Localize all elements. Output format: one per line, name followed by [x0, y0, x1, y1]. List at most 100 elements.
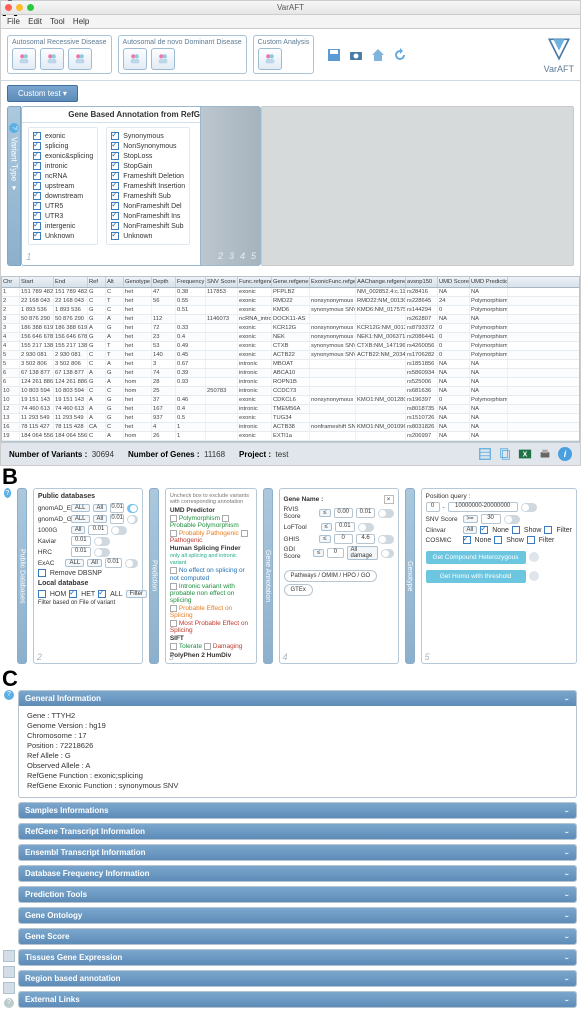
remove-dbsnp-checkbox[interactable]: Remove DBSNP [38, 569, 138, 577]
col-avsnp150[interactable]: avsnp150 [406, 277, 438, 287]
collapsed-filter-tabs[interactable]: 2345 [200, 107, 260, 265]
table-row[interactable]: 21 893 5361 893 536GChet0.51exonicKMD6sy… [2, 306, 579, 315]
single-analysis-button[interactable] [12, 48, 36, 70]
sift-tolerate[interactable]: Tolerate [179, 644, 202, 651]
section-header[interactable]: Region based annotation⌄ [19, 971, 576, 986]
side-icon-2[interactable] [3, 966, 15, 978]
trio-analysis-button[interactable] [151, 48, 175, 70]
db-toggle[interactable] [127, 515, 138, 524]
annot-utr5[interactable]: UTR5 [33, 202, 93, 210]
section-header[interactable]: RefGene Transcript Information⌄ [19, 824, 576, 839]
col-end[interactable]: End [54, 277, 88, 287]
copy-icon[interactable] [498, 447, 512, 461]
gdi-val[interactable]: 0 [327, 548, 343, 558]
section-header[interactable]: External Links⌄ [19, 992, 576, 1007]
annot-frameshift-insertion[interactable]: Frameshift Insertion [111, 182, 185, 190]
snv-value[interactable]: 30 [481, 514, 501, 524]
homo-threshold-button[interactable]: Get Homo with threshold [426, 570, 526, 583]
cv-show[interactable]: Show [512, 526, 542, 534]
db-af[interactable]: All [93, 504, 108, 512]
co-none[interactable]: None [463, 536, 492, 544]
col-exonicfunc-refgene[interactable]: ExonicFunc.refgene [310, 277, 356, 287]
filter-button[interactable]: Filter [126, 590, 147, 598]
umd-pathogenic[interactable]: Pathogenic [170, 537, 203, 544]
db-toggle[interactable] [125, 559, 138, 568]
gene-annotation-tab[interactable]: Gene Annotation [263, 488, 273, 664]
db-toggle[interactable] [94, 537, 110, 546]
hsf-no-effect[interactable]: No effect on splicing or not computed [170, 568, 245, 582]
sift-damaging[interactable]: Damaging [213, 644, 243, 651]
table-row[interactable]: 222 168 04322 168 043CThet560.55exonicRM… [2, 297, 579, 306]
side-icon-3[interactable] [3, 982, 15, 994]
table-row[interactable]: 1678 115 42778 115 428CAChet41intronicAC… [2, 423, 579, 432]
annot-synonymous[interactable]: Synonymous [111, 132, 185, 140]
annot-unknown[interactable]: Unknown [33, 232, 93, 240]
home-icon[interactable] [370, 47, 386, 63]
db-threshold[interactable]: 0.01 [88, 525, 108, 535]
loftool-val[interactable]: 0.01 [335, 522, 355, 532]
section-header[interactable]: Samples Informations⌄ [19, 803, 576, 818]
help-icon[interactable]: ? [9, 123, 19, 133]
section-header[interactable]: Gene Ontology⌄ [19, 908, 576, 923]
annot-splicing[interactable]: splicing [33, 142, 93, 150]
clinvar-select[interactable]: All [463, 526, 478, 534]
annot-nonframeshift-sub[interactable]: NonFrameshift Sub [111, 222, 185, 230]
menu-tool[interactable]: Tool [50, 17, 65, 26]
section-header[interactable]: Prediction Tools⌄ [19, 887, 576, 902]
col-alt[interactable]: Alt [106, 277, 124, 287]
all-checkbox[interactable]: ALL [98, 590, 122, 598]
refresh-icon[interactable] [392, 47, 408, 63]
gdi-toggle[interactable] [381, 549, 394, 558]
annot-frameshift-deletion[interactable]: Frameshift Deletion [111, 172, 185, 180]
hom-checkbox[interactable]: HOM [38, 590, 66, 598]
annot-nonframeshift-ins[interactable]: NonFrameshift Ins [111, 212, 185, 220]
ghis-min[interactable]: 0 [334, 534, 353, 544]
table-row[interactable]: 1151 789 482151 789 482GChet470.38117853… [2, 288, 579, 297]
umd-prob-polymorphism[interactable]: Probable Polymorphism [170, 522, 239, 529]
col-ref[interactable]: Ref [88, 277, 106, 287]
annot-stoploss[interactable]: StopLoss [111, 152, 185, 160]
print-icon[interactable] [538, 447, 552, 461]
db-toggle[interactable] [111, 526, 127, 535]
annot-frameshift-sub[interactable]: Frameshift Sub [111, 192, 185, 200]
col-snv-score[interactable]: SNV Score [206, 277, 238, 287]
general-information-header[interactable]: General Information⌄ [19, 691, 576, 706]
ghis-toggle[interactable] [378, 535, 393, 544]
hsf-intronic[interactable]: Intronic variant with probable non effec… [170, 583, 235, 604]
table-row[interactable]: 1019 151 14319 151 143AGhet370.46exonicC… [2, 396, 579, 405]
menu-edit[interactable]: Edit [28, 17, 42, 26]
annot-upstream[interactable]: upstream [33, 182, 93, 190]
db-af[interactable]: All [93, 515, 108, 523]
pos-toggle[interactable] [521, 503, 537, 512]
rvis-toggle[interactable] [378, 509, 393, 518]
section-header[interactable]: Database Frequency Information⌄ [19, 866, 576, 881]
hsf-probable[interactable]: Probable Effect on Splicing [170, 605, 232, 619]
info-icon[interactable]: i [558, 447, 572, 461]
public-db-tab[interactable]: Public Databases [17, 488, 27, 664]
table-row[interactable]: 4156 646 678156 646 678GAhet230.4exonicN… [2, 333, 579, 342]
table-row[interactable]: 350 876 29050 876 290GAhet1121146073ncRN… [2, 315, 579, 324]
annot-exonic[interactable]: exonic [33, 132, 93, 140]
co-filter[interactable]: Filter [527, 536, 555, 544]
cv-none[interactable]: None [480, 526, 509, 534]
db-threshold[interactable]: 0.01 [71, 547, 91, 557]
gtex-button[interactable]: GTEx [284, 584, 313, 596]
pedigree-analysis-button[interactable] [68, 48, 92, 70]
col-depth[interactable]: Depth [152, 277, 176, 287]
db-all[interactable]: ALL [71, 504, 90, 512]
annot-downstream[interactable]: downstream [33, 192, 93, 200]
db-threshold[interactable]: 0.01 [71, 536, 91, 546]
col-gene-refgene[interactable]: Gene.refgene [272, 277, 310, 287]
col-aachange-refgene[interactable]: AAChange.refgene [356, 277, 406, 287]
section-header[interactable]: Gene Score⌄ [19, 929, 576, 944]
prediction-tab[interactable]: Prediction [149, 488, 159, 664]
col-func-refgene[interactable]: Func.refgene [238, 277, 272, 287]
cv-filter[interactable]: Filter [544, 526, 572, 534]
table-row[interactable]: 19184 064 556184 064 556CAhom261exonicEX… [2, 432, 579, 441]
db-toggle[interactable] [94, 548, 110, 557]
col-chr[interactable]: Chr [2, 277, 20, 287]
table-row[interactable]: 1010 803 59410 803 594CChom25250783intro… [2, 387, 579, 396]
table-row[interactable]: 53 502 8063 502 806CAhet30.67intronicMBO… [2, 360, 579, 369]
save-icon[interactable] [326, 47, 342, 63]
trio-analysis-button[interactable] [40, 48, 64, 70]
